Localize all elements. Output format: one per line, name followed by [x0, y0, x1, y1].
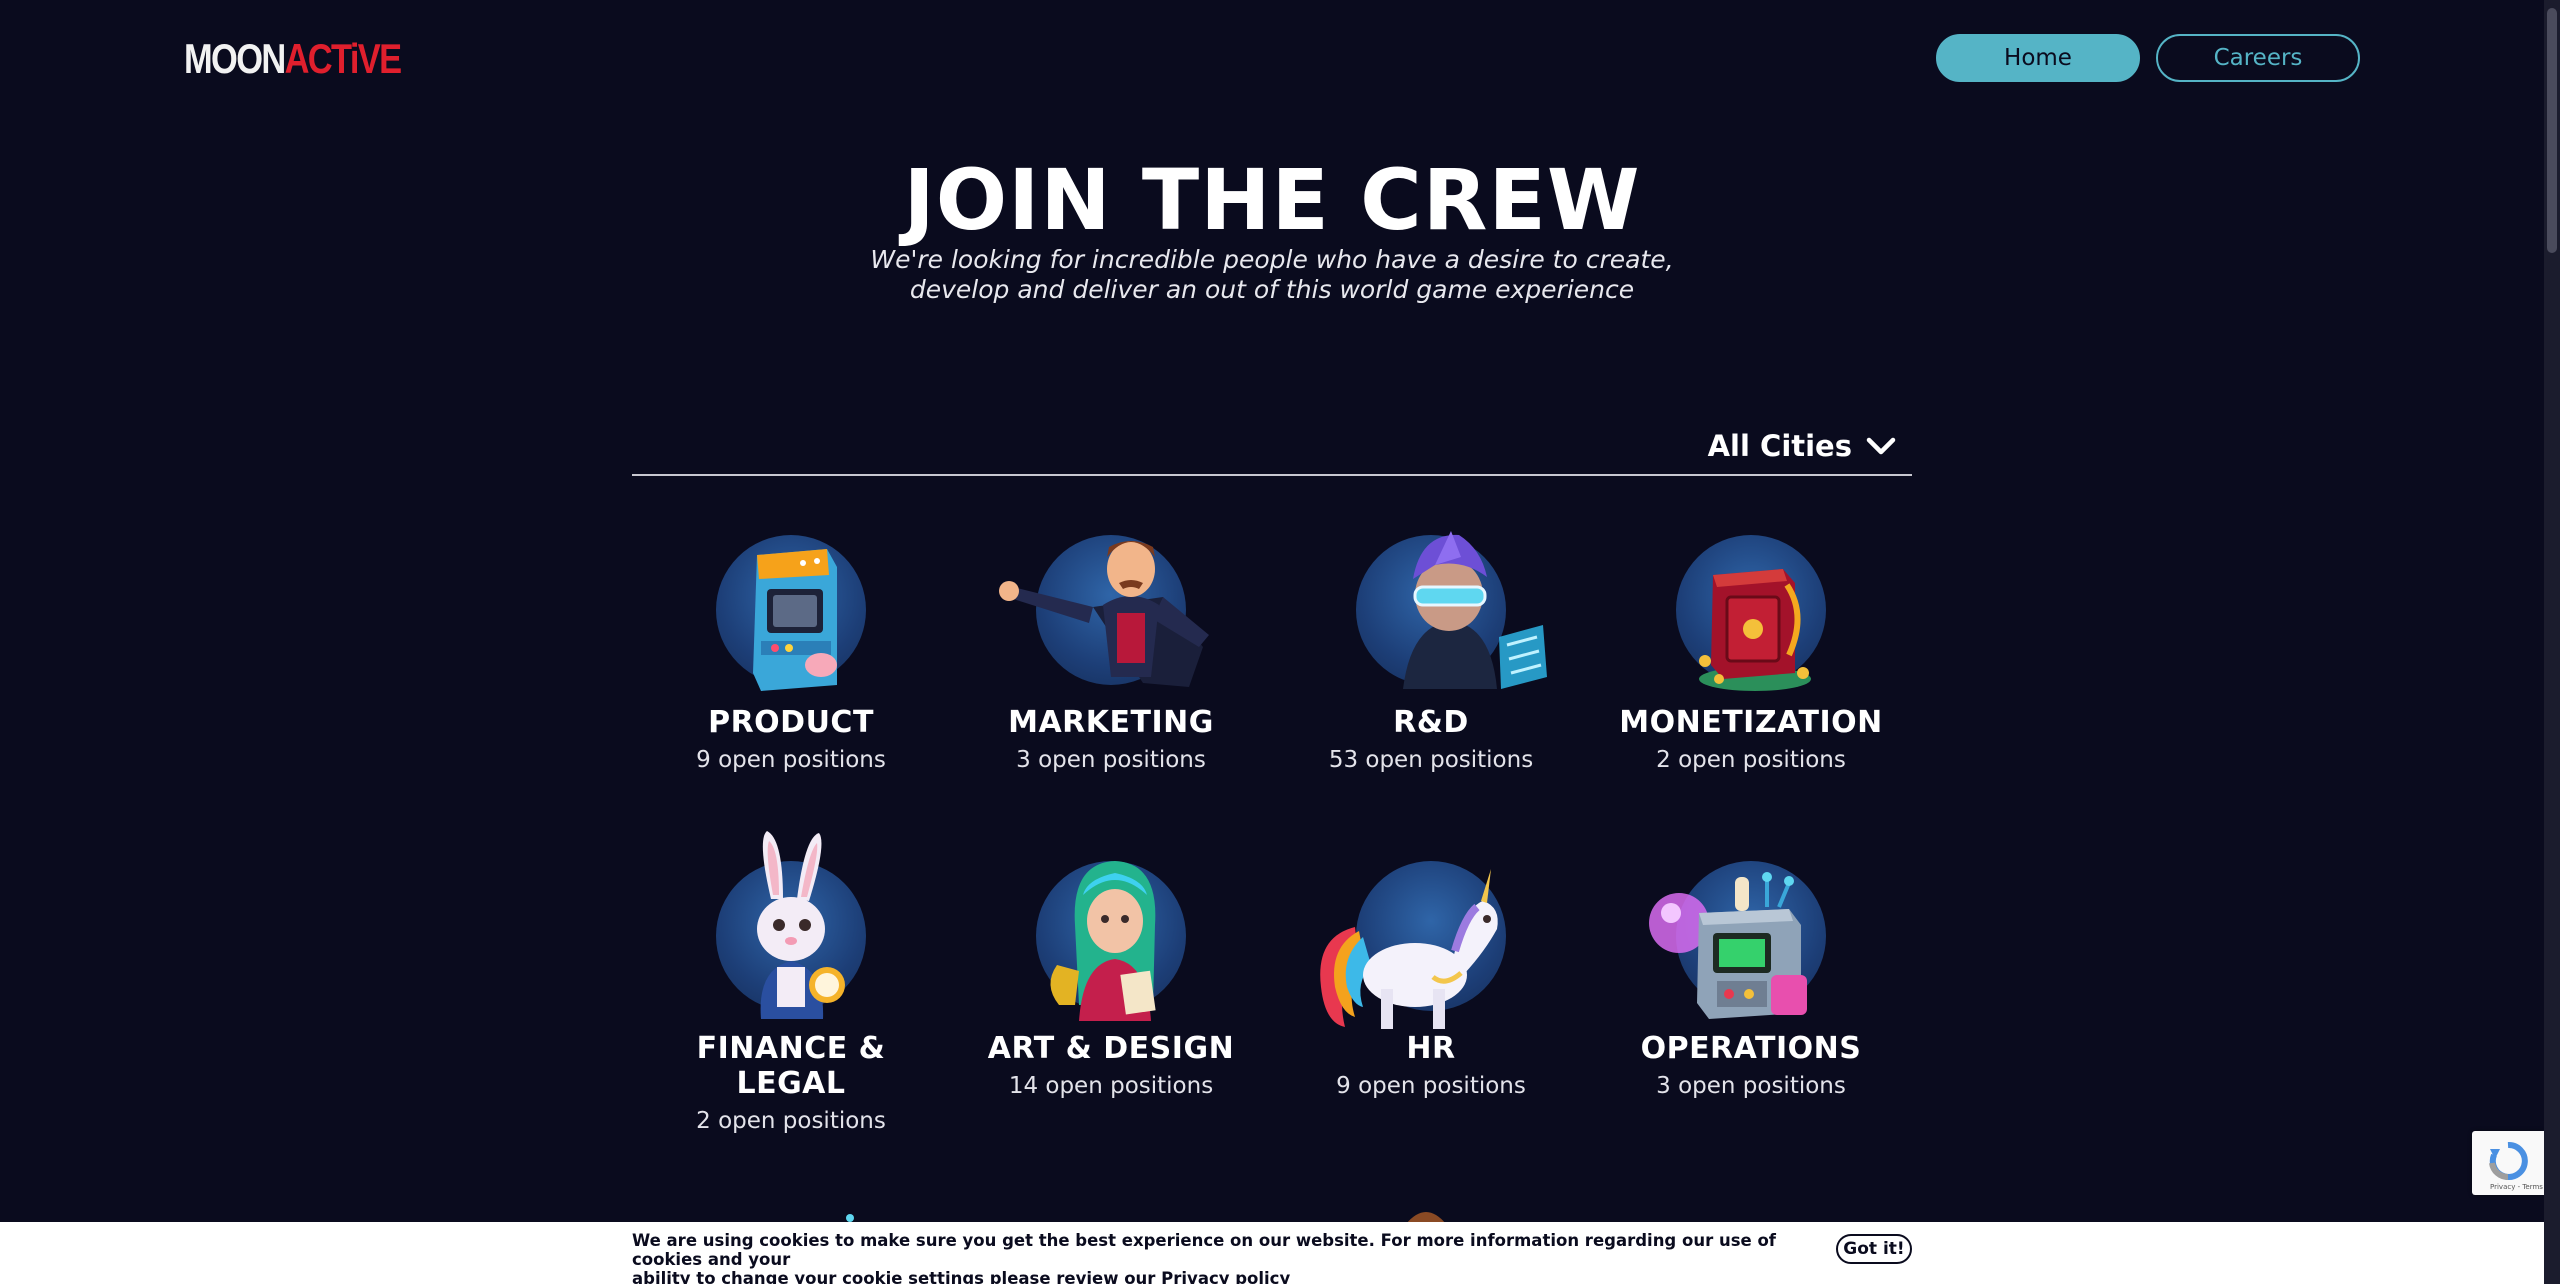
city-dropdown-label: All Cities	[1707, 429, 1852, 463]
open-positions-count: 53 open positions	[1328, 747, 1534, 773]
privacy-policy-link[interactable]: Privacy policy	[1161, 1269, 1290, 1284]
careers-page: MOONACTiVE Home Careers JOIN THE CREW We…	[0, 0, 2560, 1284]
arcade-machine-icon	[631, 515, 951, 695]
open-positions-count: 2 open positions	[1656, 747, 1846, 773]
unicorn-icon	[1271, 841, 1591, 1029]
department-name: ART & DESIGN	[987, 1031, 1235, 1066]
department-card-finance-legal[interactable]: FINANCE & LEGAL 2 open positions	[631, 831, 951, 1137]
partial-department-icon	[1406, 1212, 1446, 1224]
page-scrollbar[interactable]	[2544, 0, 2560, 1284]
logo-active-text: ACTiVE	[284, 35, 402, 82]
cookie-message-line-2: ability to change your cookie settings p…	[632, 1269, 1812, 1284]
department-card-rnd[interactable]: R&D 53 open positions	[1271, 515, 1591, 776]
careers-nav-button[interactable]: Careers	[2156, 34, 2360, 82]
artist-girl-icon	[951, 841, 1271, 1021]
department-card-art-design[interactable]: ART & DESIGN 14 open positions	[951, 841, 1271, 1102]
open-positions-count: 3 open positions	[1656, 1073, 1846, 1099]
department-name-line-1: FINANCE &	[696, 1031, 886, 1066]
treasure-safe-icon	[1591, 515, 1911, 695]
department-name: OPERATIONS	[1640, 1031, 1862, 1066]
open-positions-count: 9 open positions	[1336, 1073, 1526, 1099]
control-machine-icon	[1591, 841, 1911, 1021]
cookie-message-line-1: We are using cookies to make sure you ge…	[632, 1231, 1776, 1269]
cyber-character-icon	[1271, 515, 1591, 695]
department-name: PRODUCT	[708, 705, 874, 740]
department-name-line-2: LEGAL	[736, 1066, 846, 1101]
department-name: MONETIZATION	[1619, 705, 1883, 740]
subtitle-line-1: We're looking for incredible people who …	[870, 245, 1674, 274]
open-positions-count: 3 open positions	[1016, 747, 1206, 773]
recaptcha-terms[interactable]: Privacy - Terms	[2490, 1183, 2543, 1191]
chevron-down-icon	[1866, 437, 1896, 455]
recaptcha-badge[interactable]: Privacy - Terms	[2472, 1131, 2544, 1195]
cookie-message: We are using cookies to make sure you ge…	[632, 1231, 1812, 1284]
department-card-hr[interactable]: HR 9 open positions	[1271, 841, 1591, 1102]
moon-active-logo[interactable]: MOONACTiVE	[184, 35, 402, 82]
page-subtitle: We're looking for incredible people who …	[0, 245, 2544, 305]
open-positions-count: 2 open positions	[696, 1108, 886, 1134]
open-positions-count: 14 open positions	[1008, 1073, 1214, 1099]
city-filter-bar: All Cities	[632, 420, 1912, 476]
department-card-marketing[interactable]: MARKETING 3 open positions	[951, 515, 1271, 776]
department-card-monetization[interactable]: MONETIZATION 2 open positions	[1591, 515, 1911, 776]
partial-department-icon	[846, 1214, 854, 1222]
home-nav-button[interactable]: Home	[1936, 34, 2140, 82]
department-card-product[interactable]: PRODUCT 9 open positions	[631, 515, 951, 776]
city-dropdown[interactable]: All Cities	[1708, 424, 1896, 468]
logo-moon-text: MOON	[184, 35, 286, 82]
page-title: JOIN THE CREW	[903, 151, 1641, 249]
department-name: MARKETING	[1008, 705, 1214, 740]
department-name: FINANCE & LEGAL	[631, 1031, 951, 1101]
got-it-button[interactable]: Got it!	[1836, 1234, 1912, 1264]
scrollbar-thumb[interactable]	[2547, 8, 2557, 253]
showman-character-icon	[951, 515, 1271, 695]
subtitle-line-2: develop and deliver an out of this world…	[909, 275, 1635, 304]
open-positions-count: 9 open positions	[696, 747, 886, 773]
recaptcha-icon	[2489, 1141, 2528, 1181]
cookie-message-line-2-text: ability to change your cookie settings p…	[632, 1269, 1156, 1284]
department-name: R&D	[1393, 705, 1469, 740]
cookie-banner: We are using cookies to make sure you ge…	[0, 1222, 2544, 1284]
department-card-operations[interactable]: OPERATIONS 3 open positions	[1591, 841, 1911, 1102]
department-name: HR	[1406, 1031, 1456, 1066]
rabbit-clock-icon	[631, 831, 951, 1021]
